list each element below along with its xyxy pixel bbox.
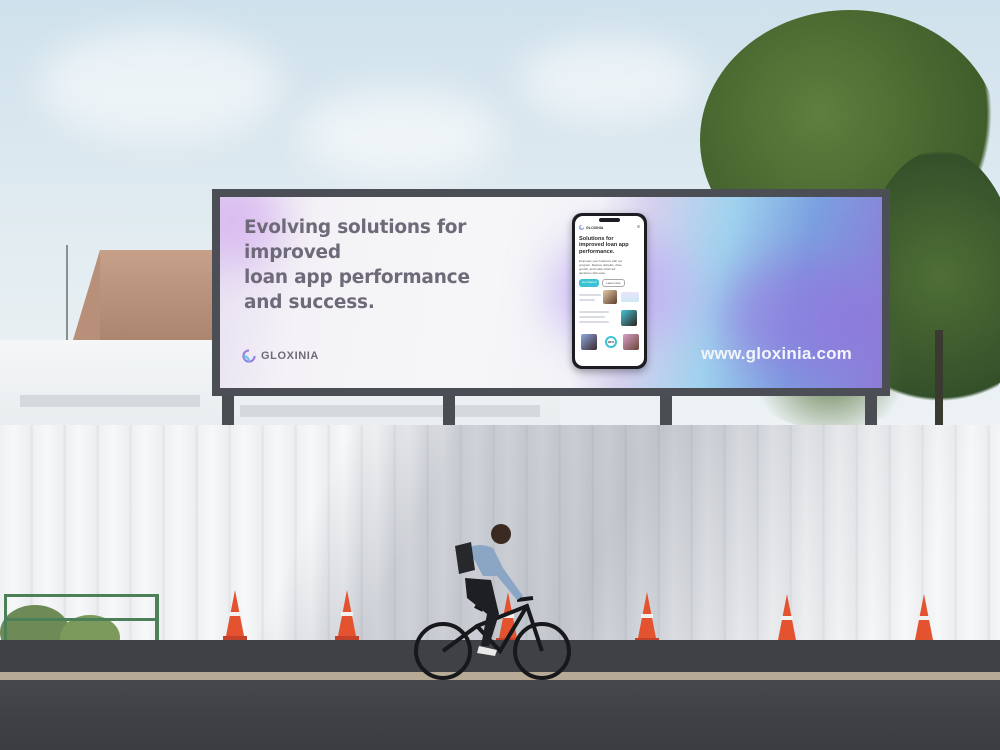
get-started-button: Get Started [579,279,600,287]
building-roof-body [100,250,220,350]
phone-avatar-card [581,334,597,350]
cloud [40,30,280,140]
headline-line: loan app performance [244,267,470,288]
cloud [300,90,500,180]
guard-rail-bar [4,618,158,621]
billboard-ad: Evolving solutions for improved loan app… [220,197,882,388]
cone-stripe [781,616,793,620]
phone-header: GLOXINIA ≡ [579,225,640,230]
building-roof [70,250,100,350]
phone-notch [599,218,620,222]
billboard-headline: Evolving solutions for improved loan app… [244,215,564,315]
phone-screen: GLOXINIA ≡ Solutions for improved loan a… [575,216,644,366]
phone-chart-card [621,292,639,302]
phone-body-line: decisions with ease. [579,271,606,275]
cyclist [414,524,571,680]
phone-chart-line [579,299,595,301]
antenna [66,245,68,345]
brand-name: GLOXINIA [261,350,319,362]
cone-stripe [641,614,653,618]
phone-title-line: performance. [579,248,615,255]
headline-line: and success. [244,292,375,313]
brand-lockup: GLOXINIA [242,349,319,363]
phone-avatar-card [621,310,637,326]
billboard: Evolving solutions for improved loan app… [212,189,890,396]
hamburger-menu-icon: ≡ [637,224,640,230]
phone-chart-line [579,294,601,296]
phone-avatar-card [603,290,617,304]
building-window-row [20,395,200,407]
phone-stat-ring: 90% [605,336,617,348]
cone-stripe [918,616,930,620]
gloxinia-logo-icon [242,349,256,363]
phone-buttons: Get Started Learn more [579,279,625,287]
phone-brand-name: GLOXINIA [586,225,604,230]
building-window-row [240,405,540,417]
phone-mockup: GLOXINIA ≡ Solutions for improved loan a… [572,213,647,369]
headline-line: Evolving solutions for improved [244,217,467,263]
street-scene: Evolving solutions for improved loan app… [0,0,1000,750]
tree-trunk [935,330,943,430]
road [0,680,1000,750]
cloud [520,40,700,120]
cone-stripe [229,612,241,616]
phone-list-line [579,311,609,313]
gloxinia-logo-icon [579,225,584,230]
phone-body-text: Empower your business with our program. … [579,259,639,275]
phone-title: Solutions for improved loan app performa… [579,236,641,255]
billboard-url: www.gloxinia.com [701,344,852,363]
phone-list-line [579,316,605,318]
learn-more-button: Learn more [602,279,625,287]
phone-avatar-card [623,334,639,350]
cone-stripe [341,612,353,616]
phone-list-line [579,321,609,323]
